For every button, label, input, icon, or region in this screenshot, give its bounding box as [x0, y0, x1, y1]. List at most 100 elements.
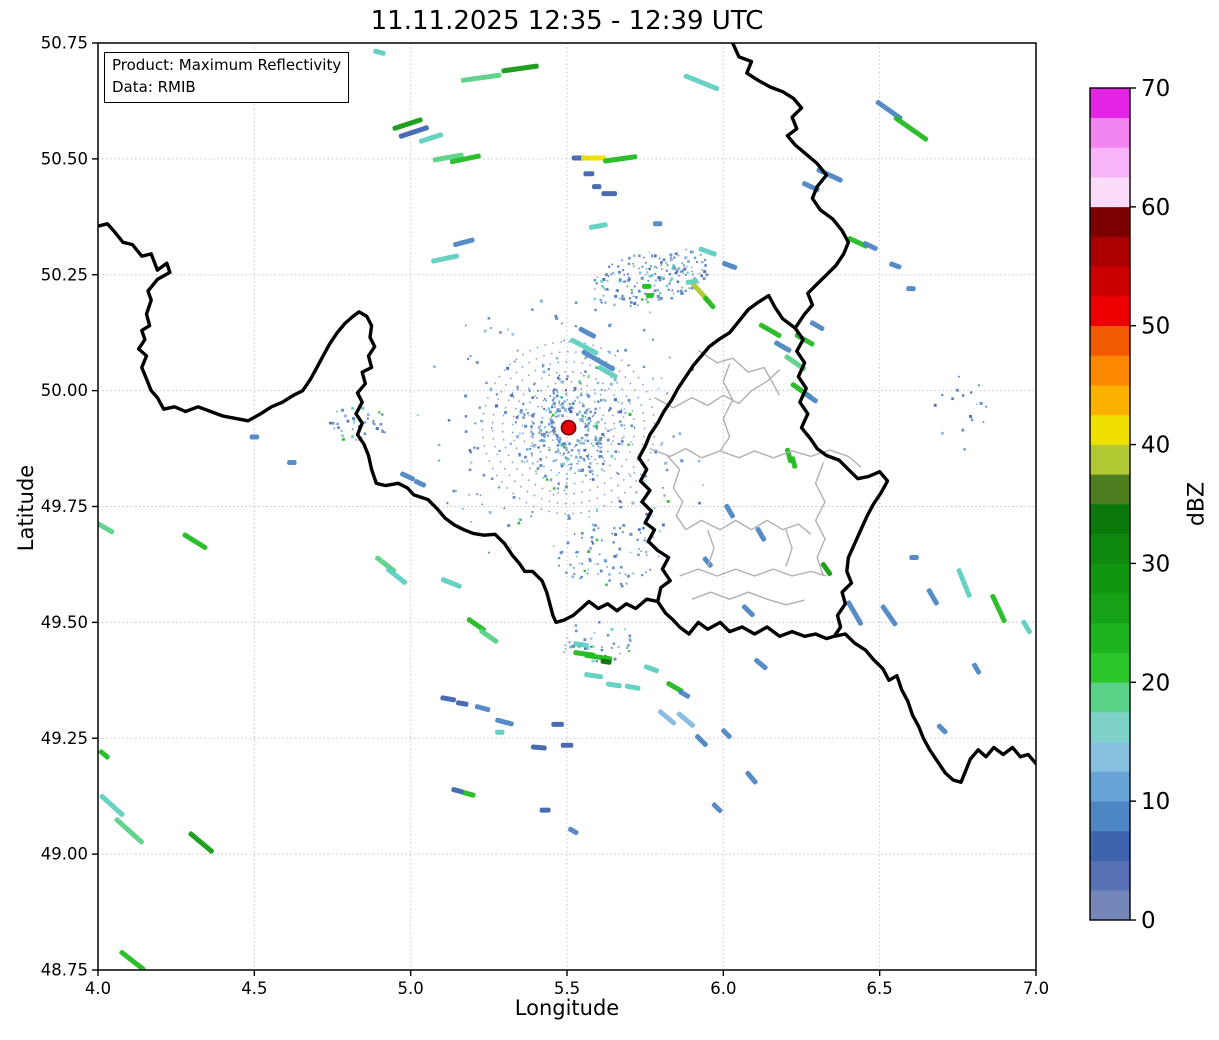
clutter-speckle [640, 550, 642, 552]
echo-cell [909, 554, 919, 560]
echo-cell [119, 949, 146, 970]
y-tick-label: 50.25 [41, 265, 88, 284]
clutter-speckle [495, 393, 499, 396]
clutter-speckle [558, 557, 561, 560]
clutter-speckle [470, 520, 473, 523]
clutter-speckle [494, 404, 499, 408]
clutter-speckle [686, 271, 689, 274]
clutter-speckle [624, 628, 626, 631]
colorbar-segment [1090, 889, 1130, 921]
clutter-speckle [543, 407, 546, 410]
clutter-speckle [544, 397, 546, 400]
clutter-speckle [344, 414, 347, 418]
clutter-speckle [489, 387, 493, 391]
clutter-speckle [627, 262, 631, 266]
clutter-speckle [518, 454, 521, 457]
clutter-speckle [687, 260, 691, 263]
clutter-speckle [609, 407, 612, 410]
clutter-speckle [468, 493, 471, 496]
regional-border-path [666, 455, 687, 531]
clutter-speckle [587, 394, 591, 398]
clutter-speckle [507, 328, 510, 331]
tick-marks-group [92, 42, 1037, 976]
clutter-speckle [654, 279, 657, 282]
clutter-speckle [546, 434, 550, 437]
clutter-speckle [660, 261, 663, 264]
clutter-speckle [647, 280, 650, 282]
echo-cell [249, 434, 260, 440]
colorbar-tick-label: 20 [1141, 670, 1170, 696]
colorbar-segment [1090, 830, 1130, 861]
clutter-speckle [381, 413, 384, 416]
clutter-speckle [560, 414, 564, 417]
clutter-speckle [606, 634, 610, 637]
clutter-speckle [565, 477, 569, 480]
clutter-speckle [568, 641, 571, 644]
clutter-speckle [621, 269, 625, 272]
clutter-speckle [614, 533, 618, 536]
clutter-speckle [557, 414, 560, 417]
clutter-speckle [600, 388, 603, 391]
echo-cell [846, 600, 864, 626]
clutter-speckle [578, 562, 581, 565]
regional-border-path [679, 568, 827, 577]
clutter-speckle [593, 278, 597, 282]
clutter-speckle [628, 412, 632, 417]
clutter-speckle [433, 365, 436, 368]
clutter-speckle [639, 532, 642, 534]
clutter-speckle [624, 348, 628, 352]
colorbar-tick-label: 70 [1141, 76, 1170, 102]
clutter-speckle [585, 408, 589, 412]
clutter-speckle [593, 411, 597, 415]
clutter-speckle [498, 449, 501, 453]
colorbar-segment [1090, 771, 1130, 802]
clutter-speckle [618, 278, 622, 282]
clutter-speckle [660, 377, 663, 380]
clutter-speckle [612, 541, 615, 544]
clutter-speckle [483, 329, 487, 333]
clutter-speckle [589, 420, 592, 422]
clutter-speckle [577, 460, 580, 462]
clutter-speckle [957, 375, 960, 378]
clutter-speckle [633, 265, 635, 268]
clutter-speckle [565, 377, 569, 381]
clutter-speckle [643, 479, 646, 482]
clutter-speckle [466, 357, 470, 361]
echo-cell [567, 826, 579, 836]
echo-cell [754, 657, 768, 671]
clutter-speckle [600, 436, 603, 439]
echo-cell [455, 700, 469, 707]
clutter-speckle [541, 364, 545, 367]
clutter-speckle [586, 439, 590, 443]
colorbar-segment [1090, 860, 1130, 891]
clutter-speckle [649, 568, 652, 571]
clutter-speckle [604, 288, 607, 291]
clutter-speckle [469, 355, 472, 358]
echo-cell [685, 278, 699, 285]
clutter-speckle [552, 392, 555, 395]
clutter-speckle [583, 448, 587, 452]
clutter-speckle [653, 507, 656, 510]
clutter-speckle [671, 267, 675, 270]
echo-cell [893, 115, 929, 142]
clutter-speckle [619, 565, 623, 569]
clutter-speckle [591, 540, 594, 543]
clutter-speckle [636, 282, 638, 284]
clutter-speckle [656, 288, 659, 292]
clutter-speckle [621, 259, 623, 262]
clutter-speckle [503, 507, 506, 510]
clutter-speckle [630, 288, 633, 291]
clutter-speckle [582, 468, 585, 470]
clutter-speckle [613, 303, 616, 307]
clutter-speckle [653, 289, 657, 293]
clutter-speckle [573, 573, 576, 575]
clutter-speckle [587, 568, 590, 571]
clutter-speckle [660, 268, 663, 270]
clutter-speckle [468, 468, 472, 472]
clutter-speckle [584, 434, 586, 436]
clutter-speckle [575, 443, 578, 447]
clutter-speckle [644, 261, 647, 264]
clutter-speckle [630, 424, 634, 428]
clutter-speckle [963, 448, 966, 451]
clutter-speckle [589, 645, 592, 648]
